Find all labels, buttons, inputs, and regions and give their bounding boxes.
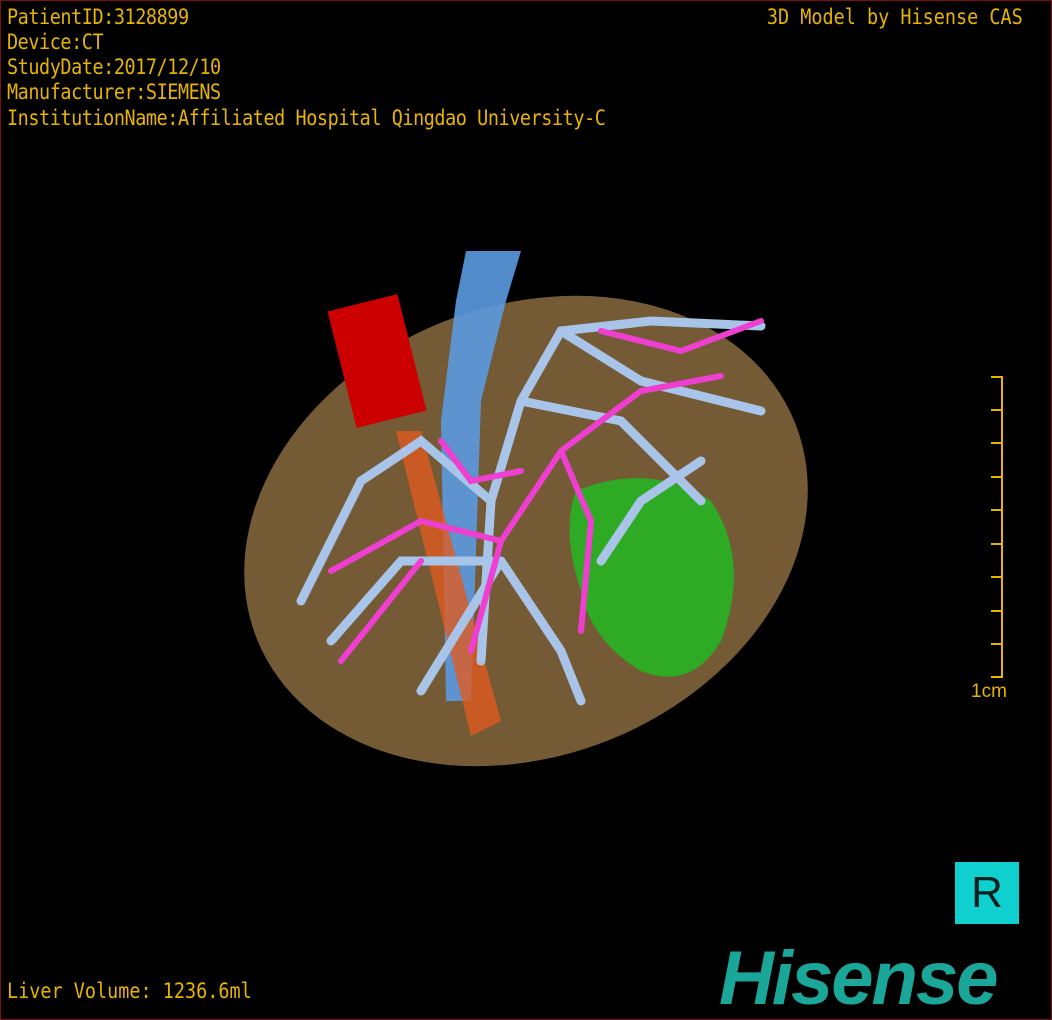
- manufacturer: Manufacturer:SIEMENS: [7, 80, 221, 104]
- institution-name: InstitutionName:Affiliated Hospital Qing…: [7, 106, 606, 130]
- study-date: StudyDate:2017/12/10: [7, 55, 221, 79]
- device: Device:CT: [7, 30, 104, 54]
- patient-id: PatientID:3128899: [7, 5, 189, 29]
- orientation-marker: R: [955, 862, 1019, 924]
- 3d-viewport[interactable]: PatientID:3128899 Device:CT StudyDate:20…: [0, 0, 1052, 1020]
- liver-volume: Liver Volume: 1236.6ml: [7, 979, 252, 1003]
- scale-bar: [987, 376, 1003, 678]
- hisense-logo: Hisense: [719, 936, 998, 1020]
- liver-surface: [244, 295, 808, 767]
- liver-3d-model[interactable]: [1, 1, 1051, 1019]
- model-credit: 3D Model by Hisense CAS: [767, 5, 1023, 29]
- scale-bar-label: 1cm: [971, 681, 1007, 702]
